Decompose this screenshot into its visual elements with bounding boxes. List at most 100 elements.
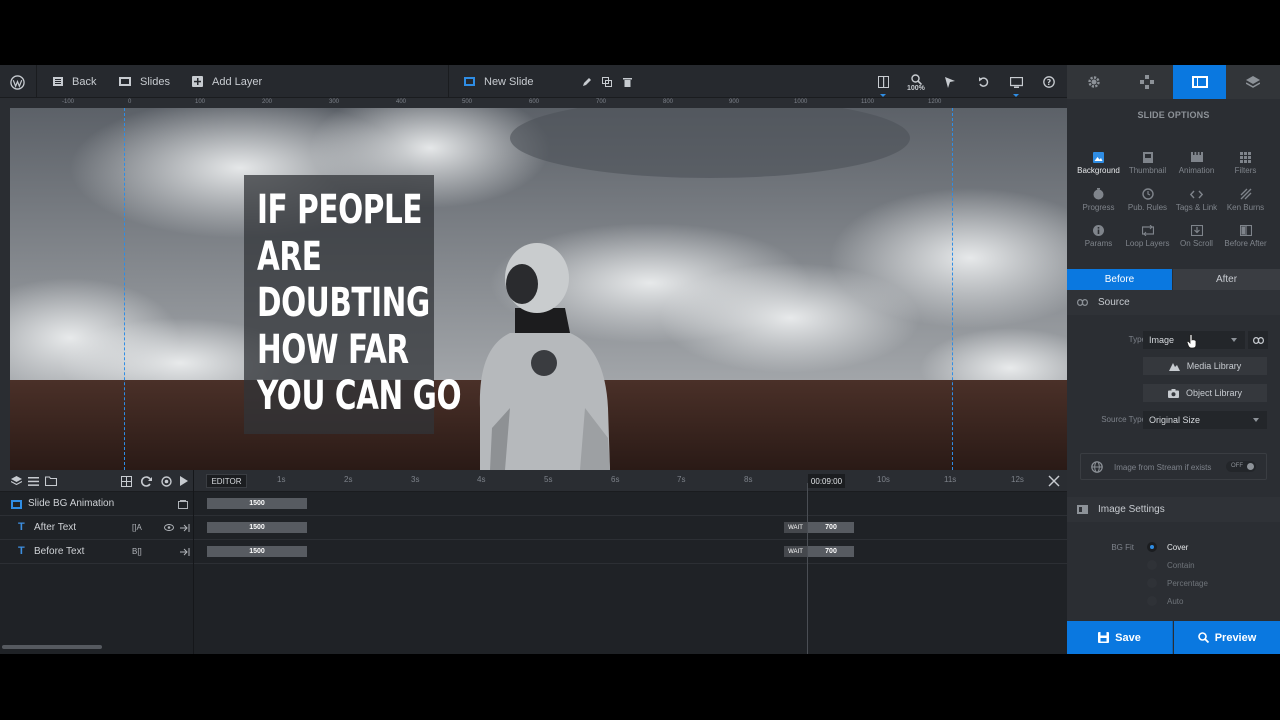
- visibility-eye-icon[interactable]: [164, 524, 174, 531]
- option-tags-link[interactable]: Tags & Link: [1170, 187, 1223, 212]
- dynamic-source-link-button[interactable]: [1248, 331, 1268, 349]
- option-on-scroll[interactable]: On Scroll: [1170, 223, 1223, 248]
- tab-slide-options[interactable]: [1173, 65, 1226, 99]
- tab-before[interactable]: Before: [1067, 269, 1172, 290]
- bgfit-option-contain[interactable]: Contain: [1147, 560, 1195, 570]
- split-view-icon[interactable]: [874, 73, 892, 91]
- option-pub-rules[interactable]: Pub. Rules: [1121, 187, 1174, 212]
- layer-align-control[interactable]: []A: [132, 523, 142, 532]
- panel-tabs: [1067, 65, 1280, 99]
- animation-bar[interactable]: 1500: [207, 522, 307, 533]
- tab-navigation[interactable]: [1120, 65, 1173, 99]
- layer-align-control[interactable]: B[]: [132, 547, 142, 556]
- wait-marker: WAIT: [784, 522, 807, 533]
- option-ken-burns[interactable]: Ken Burns: [1219, 187, 1272, 212]
- navigation-icon: [1139, 75, 1154, 89]
- option-loop-layers[interactable]: Loop Layers: [1121, 223, 1174, 248]
- bgfit-option-label: Percentage: [1167, 578, 1208, 588]
- option-filters[interactable]: Filters: [1219, 150, 1272, 175]
- end-animation-bar[interactable]: 700: [808, 546, 854, 557]
- editor-tag[interactable]: EDITOR: [206, 474, 247, 488]
- source-type-select[interactable]: Original Size: [1143, 411, 1267, 429]
- grid-icon[interactable]: [119, 474, 133, 488]
- timeline-toolbar: EDITOR 1s 2s 3s 4s 5s 6s 7s 8s 9s 10s 11…: [0, 470, 1067, 492]
- chain-icon: [1252, 336, 1264, 344]
- duplicate-icon[interactable]: [598, 73, 616, 91]
- ruler-tick: 1000: [794, 99, 808, 105]
- animation-bar[interactable]: 1500: [207, 546, 307, 557]
- top-toolbar: Back Slides Add Layer New Slide 100% ?: [0, 65, 1067, 98]
- layers-icon[interactable]: [9, 474, 23, 488]
- list-icon[interactable]: [26, 474, 40, 488]
- option-label: Before After: [1224, 239, 1267, 248]
- timeline-second: 10s: [877, 475, 890, 484]
- headline-text-layer[interactable]: IF PEOPLE ARE DOUBTING HOW FAR YOU CAN G…: [244, 175, 462, 434]
- svg-text:?: ?: [1047, 78, 1052, 87]
- end-animation-bar[interactable]: 700: [808, 522, 854, 533]
- option-params[interactable]: Params: [1072, 223, 1125, 248]
- tab-layers[interactable]: [1226, 65, 1279, 99]
- layer-settings-icon[interactable]: [178, 500, 188, 509]
- stream-toggle[interactable]: OFF: [1226, 461, 1256, 472]
- loop-icon: [1141, 224, 1154, 236]
- horizontal-scrollbar[interactable]: [2, 645, 102, 649]
- edit-icon[interactable]: [578, 73, 596, 91]
- option-animation[interactable]: Animation: [1170, 150, 1223, 175]
- option-label: Loop Layers: [1125, 239, 1170, 248]
- option-thumbnail[interactable]: Thumbnail: [1121, 150, 1174, 175]
- cursor-icon[interactable]: [941, 73, 959, 91]
- tab-after[interactable]: After: [1173, 269, 1280, 290]
- slide-options-icon: [1191, 76, 1208, 88]
- settings-wheel-icon[interactable]: [159, 474, 173, 488]
- ruler-tick: 600: [529, 99, 540, 105]
- timeline-row-before-text[interactable]: T Before Text B[] 1500 WAIT 700: [0, 540, 1067, 564]
- animation-bar[interactable]: 1500: [207, 498, 307, 509]
- wordpress-logo-icon[interactable]: [8, 73, 26, 91]
- timeline-row-slide-bg[interactable]: Slide BG Animation 1500: [0, 492, 1067, 516]
- back-button[interactable]: Back: [53, 65, 96, 98]
- option-label: On Scroll: [1180, 239, 1213, 248]
- help-icon[interactable]: ?: [1040, 73, 1058, 91]
- image-settings-label: Image Settings: [1098, 504, 1165, 515]
- play-icon[interactable]: [177, 474, 191, 488]
- image-settings-section-header[interactable]: Image Settings: [1067, 497, 1280, 522]
- media-library-button[interactable]: Media Library: [1143, 357, 1267, 375]
- image-settings-icon: [1077, 505, 1088, 514]
- type-select-value: Image: [1149, 335, 1175, 345]
- desktop-view-icon[interactable]: [1007, 73, 1025, 91]
- bgfit-option-cover[interactable]: Cover: [1147, 542, 1188, 552]
- time-marker[interactable]: 00:09:00: [808, 474, 845, 488]
- save-button[interactable]: Save: [1067, 621, 1173, 654]
- option-background[interactable]: Background: [1072, 150, 1125, 175]
- trash-icon[interactable]: [618, 73, 636, 91]
- playhead-line[interactable]: [807, 483, 808, 654]
- loop-toggle-icon[interactable]: [139, 474, 153, 488]
- option-before-after[interactable]: Before After: [1219, 223, 1272, 248]
- slide-name[interactable]: New Slide: [464, 65, 534, 98]
- tab-general-settings[interactable]: [1067, 65, 1120, 99]
- close-timeline-icon[interactable]: [1048, 474, 1060, 492]
- source-section-header[interactable]: Source: [1067, 290, 1280, 315]
- object-library-button[interactable]: Object Library: [1143, 384, 1267, 402]
- save-icon: [1098, 632, 1110, 643]
- menu-icon: [53, 77, 63, 86]
- bgfit-option-percentage[interactable]: Percentage: [1147, 578, 1208, 588]
- timeline-second: 4s: [477, 475, 486, 484]
- option-label: Progress: [1082, 203, 1115, 212]
- preview-label: Preview: [1214, 631, 1257, 644]
- end-arrow-icon[interactable]: [180, 524, 190, 532]
- slide-canvas[interactable]: IF PEOPLE ARE DOUBTING HOW FAR YOU CAN G…: [10, 108, 1067, 470]
- bgfit-option-auto[interactable]: Auto: [1147, 596, 1183, 606]
- source-type-label: Source Type: [1101, 415, 1146, 424]
- folder-icon[interactable]: [44, 474, 58, 488]
- slides-button[interactable]: Slides: [119, 65, 170, 98]
- option-label: Background: [1077, 166, 1120, 175]
- end-arrow-icon[interactable]: [180, 548, 190, 556]
- timeline-row-after-text[interactable]: T After Text []A 1500 WAIT 700: [0, 516, 1067, 540]
- timeline-second: 5s: [544, 475, 553, 484]
- add-layer-button[interactable]: Add Layer: [192, 65, 262, 98]
- option-progress[interactable]: Progress: [1072, 187, 1125, 212]
- preview-button[interactable]: Preview: [1174, 621, 1280, 654]
- panel-bottom-bar: Save Preview: [1067, 621, 1280, 654]
- undo-icon[interactable]: [974, 73, 992, 91]
